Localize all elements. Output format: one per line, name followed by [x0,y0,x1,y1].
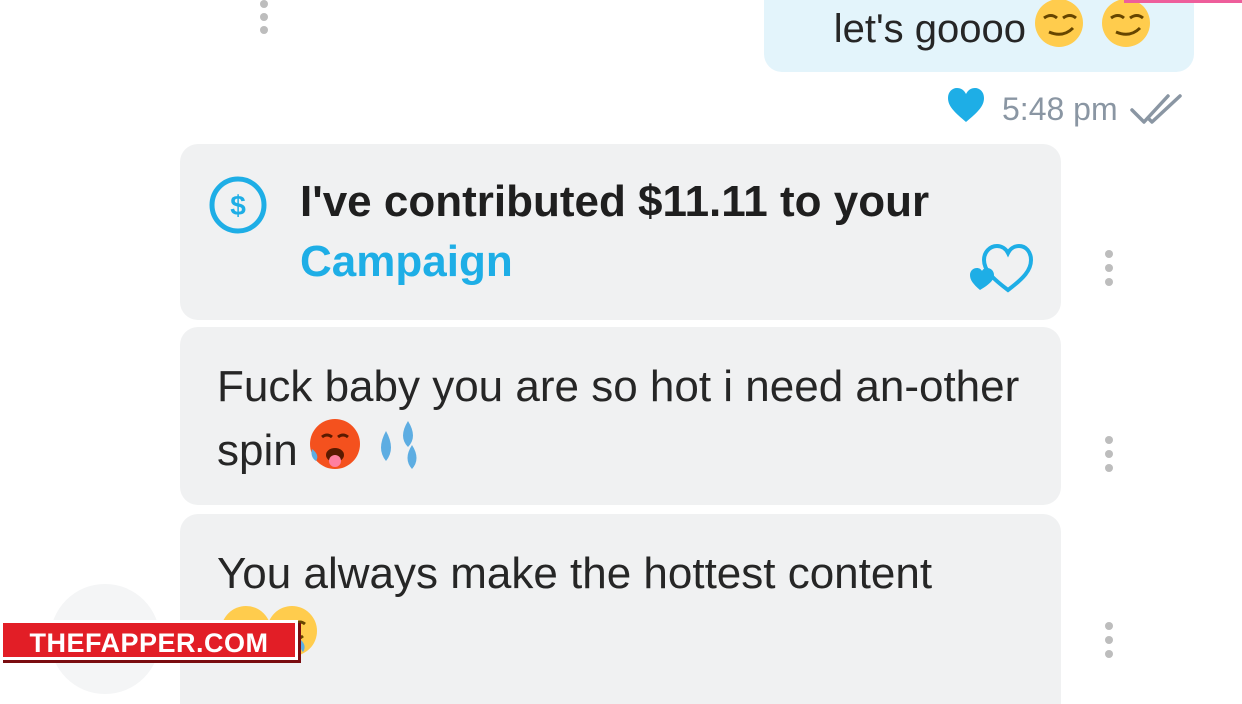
message-options-icon[interactable] [1104,250,1114,286]
kebab-dot [260,13,268,21]
incoming-message-bubble[interactable]: Fuck baby you are so hot i need an-other… [180,327,1061,505]
kebab-dot [1105,436,1113,444]
kebab-dot [1105,450,1113,458]
kebab-dot [1105,622,1113,630]
watermark: THEFAPPER.COM [0,620,298,660]
outgoing-message-bubble[interactable]: let's goooo [764,0,1194,72]
message-options-icon[interactable] [1104,622,1114,658]
smirking-face-icon [1035,0,1083,47]
message-timestamp: 5:48 pm [1002,91,1118,127]
svg-text:$: $ [230,190,246,221]
tip-message-bubble[interactable]: $ I've contributed $11.11 to your Campai… [180,144,1061,320]
sweat-droplets-icon [380,421,417,469]
kebab-dot [1105,464,1113,472]
kebab-dot [1105,636,1113,644]
kebab-dot [1105,250,1113,258]
kebab-dot [260,26,268,34]
kebab-dot [1105,264,1113,272]
kebab-dot [1105,278,1113,286]
message-options-icon[interactable] [1104,436,1114,472]
incoming-message-bubble[interactable]: You always make the hottest content [180,514,1061,704]
double-check-icon [1130,94,1182,124]
smirking-face-icon [1102,0,1150,47]
campaign-link[interactable]: Campaign [300,237,513,286]
message-meta-row: 5:48 pm [940,84,1190,132]
outgoing-message-text: let's goooo [834,0,1154,53]
message-options-icon[interactable] [259,0,269,34]
kebab-dot [260,0,268,8]
like-heart-outline-icon[interactable] [968,240,1034,294]
heart-filled-icon[interactable] [946,86,986,124]
message-text: You always make the hottest content [217,544,1027,668]
hot-face-icon [309,419,360,469]
kebab-dot [1105,650,1113,658]
message-text: Fuck baby you are so hot i need an-other… [217,362,1020,475]
tip-message-text: I've contributed $11.11 to your Campaign [300,177,930,286]
dollar-circle-icon: $ [209,176,267,234]
pink-accent-bar [1124,0,1242,3]
